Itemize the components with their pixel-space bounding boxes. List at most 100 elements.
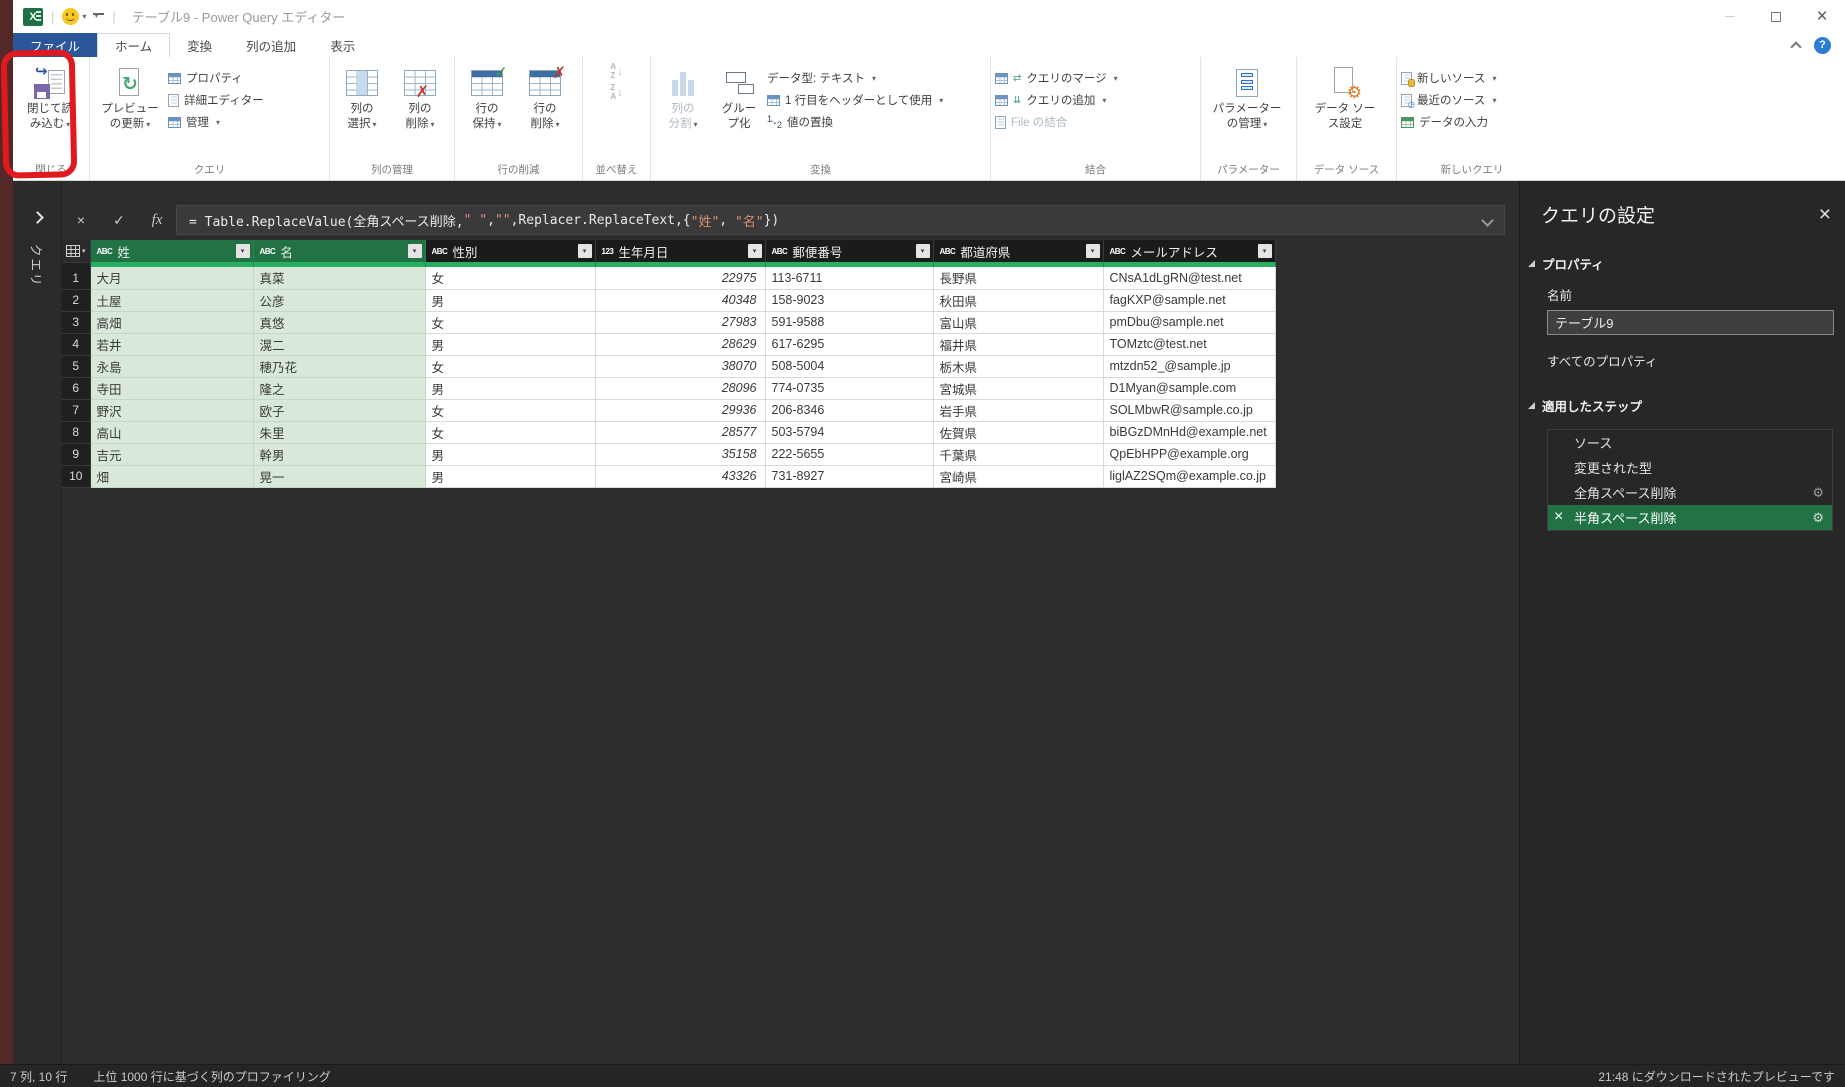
- collapse-ribbon-icon[interactable]: [1790, 41, 1801, 52]
- cell-sex[interactable]: 男: [425, 333, 595, 355]
- delete-step-icon[interactable]: [1554, 508, 1563, 526]
- tab-file[interactable]: ファイル: [13, 33, 97, 57]
- cell-birth[interactable]: 28577: [595, 421, 765, 443]
- cell-birth[interactable]: 27983: [595, 311, 765, 333]
- cell-zip[interactable]: 508-5004: [765, 355, 933, 377]
- row-number[interactable]: 9: [62, 443, 90, 465]
- combine-files-button[interactable]: File の結合: [995, 112, 1118, 132]
- cell-sei[interactable]: 高山: [90, 421, 253, 443]
- filter-icon[interactable]: [748, 244, 762, 258]
- cell-zip[interactable]: 503-5794: [765, 421, 933, 443]
- cell-mei[interactable]: 真悠: [253, 311, 425, 333]
- cell-sex[interactable]: 女: [425, 399, 595, 421]
- cell-email[interactable]: fagKXP@sample.net: [1103, 289, 1275, 311]
- cell-pref[interactable]: 佐賀県: [933, 421, 1103, 443]
- column-header-pref[interactable]: ABC都道府県: [933, 240, 1103, 262]
- cell-sex[interactable]: 女: [425, 421, 595, 443]
- cell-email[interactable]: mtzdn52_@sample.jp: [1103, 355, 1275, 377]
- data-type-button[interactable]: データ型: テキスト: [767, 68, 943, 88]
- column-header-email[interactable]: ABCメールアドレス: [1103, 240, 1275, 262]
- replace-values-button[interactable]: 12値の置換: [767, 112, 943, 132]
- cell-birth[interactable]: 22975: [595, 267, 765, 289]
- cell-zip[interactable]: 158-9023: [765, 289, 933, 311]
- cell-pref[interactable]: 福井県: [933, 333, 1103, 355]
- cell-email[interactable]: pmDbu@sample.net: [1103, 311, 1275, 333]
- expand-formula-bar-icon[interactable]: [1481, 214, 1494, 227]
- refresh-preview-button[interactable]: プレビューの更新: [94, 62, 166, 132]
- advanced-editor-button[interactable]: 詳細エディター: [168, 90, 264, 110]
- cell-zip[interactable]: 591-9588: [765, 311, 933, 333]
- close-and-load-button[interactable]: 閉じて読み込む: [17, 62, 83, 132]
- cell-pref[interactable]: 宮崎県: [933, 465, 1103, 487]
- cell-mei[interactable]: 朱里: [253, 421, 425, 443]
- applied-steps-section-header[interactable]: 適用したステップ: [1520, 396, 1845, 415]
- cell-pref[interactable]: 岩手県: [933, 399, 1103, 421]
- cell-mei[interactable]: 晃一: [253, 465, 425, 487]
- column-header-sex[interactable]: ABC性別: [425, 240, 595, 262]
- keep-rows-button[interactable]: 行の保持: [459, 62, 515, 132]
- tab-home[interactable]: ホーム: [97, 33, 170, 57]
- cell-birth[interactable]: 40348: [595, 289, 765, 311]
- cell-pref[interactable]: 千葉県: [933, 443, 1103, 465]
- column-header-sei[interactable]: ABC姓: [90, 240, 253, 262]
- cell-zip[interactable]: 206-8346: [765, 399, 933, 421]
- cell-sex[interactable]: 男: [425, 289, 595, 311]
- cell-sei[interactable]: 畑: [90, 465, 253, 487]
- minimize-button[interactable]: [1707, 0, 1753, 33]
- expand-queries-pane-icon[interactable]: [31, 211, 44, 224]
- cell-mei[interactable]: 穂乃花: [253, 355, 425, 377]
- cell-sei[interactable]: 土屋: [90, 289, 253, 311]
- step-halfwidth-space-removed[interactable]: 半角スペース削除: [1548, 505, 1832, 530]
- manage-button[interactable]: 管理: [168, 112, 264, 132]
- query-name-input[interactable]: [1547, 310, 1834, 335]
- data-source-settings-button[interactable]: データ ソース設定: [1301, 62, 1389, 132]
- filter-icon[interactable]: [408, 244, 422, 258]
- cell-sex[interactable]: 男: [425, 465, 595, 487]
- enter-data-button[interactable]: データの入力: [1401, 112, 1496, 132]
- manage-parameters-button[interactable]: パラメーターの管理: [1205, 62, 1289, 132]
- row-number[interactable]: 8: [62, 421, 90, 443]
- tab-add-column[interactable]: 列の追加: [229, 33, 313, 57]
- cell-mei[interactable]: 公彦: [253, 289, 425, 311]
- cell-email[interactable]: biBGzDMnHd@example.net: [1103, 421, 1275, 443]
- cell-sex[interactable]: 男: [425, 443, 595, 465]
- filter-icon[interactable]: [578, 244, 592, 258]
- maximize-button[interactable]: [1753, 0, 1799, 33]
- quick-access-toolbar-icon[interactable]: [93, 13, 104, 21]
- cell-mei[interactable]: 隆之: [253, 377, 425, 399]
- queries-pane-label[interactable]: クエリ: [28, 244, 47, 288]
- cell-birth[interactable]: 35158: [595, 443, 765, 465]
- row-number[interactable]: 7: [62, 399, 90, 421]
- cell-zip[interactable]: 113-6711: [765, 267, 933, 289]
- cell-pref[interactable]: 栃木県: [933, 355, 1103, 377]
- gear-icon[interactable]: [1812, 485, 1824, 501]
- step-source[interactable]: ソース: [1548, 430, 1832, 455]
- cell-sex[interactable]: 男: [425, 377, 595, 399]
- select-all-corner[interactable]: [62, 240, 90, 262]
- cell-sei[interactable]: 寺田: [90, 377, 253, 399]
- group-by-button[interactable]: グループ化: [713, 62, 765, 132]
- choose-columns-button[interactable]: 列の選択: [334, 62, 390, 132]
- filter-icon[interactable]: [1258, 244, 1272, 258]
- cell-pref[interactable]: 宮城県: [933, 377, 1103, 399]
- filter-icon[interactable]: [1086, 244, 1100, 258]
- cell-sex[interactable]: 女: [425, 355, 595, 377]
- sort-descending-button[interactable]: ZA: [604, 83, 628, 102]
- smiley-dropdown-icon[interactable]: [82, 12, 86, 21]
- step-fullwidth-space-removed[interactable]: 全角スペース削除: [1548, 480, 1832, 505]
- cell-sei[interactable]: 野沢: [90, 399, 253, 421]
- cell-sei[interactable]: 吉元: [90, 443, 253, 465]
- cell-zip[interactable]: 774-0735: [765, 377, 933, 399]
- column-header-birth[interactable]: 123生年月日: [595, 240, 765, 262]
- cell-birth[interactable]: 28096: [595, 377, 765, 399]
- cell-pref[interactable]: 長野県: [933, 267, 1103, 289]
- cell-email[interactable]: liglAZ2SQm@example.co.jp: [1103, 465, 1275, 487]
- cell-mei[interactable]: 滉二: [253, 333, 425, 355]
- cell-sei[interactable]: 高畑: [90, 311, 253, 333]
- close-button[interactable]: [1799, 0, 1845, 33]
- cell-email[interactable]: D1Myan@sample.com: [1103, 377, 1275, 399]
- cell-sei[interactable]: 永島: [90, 355, 253, 377]
- merge-queries-button[interactable]: ⇄クエリのマージ: [995, 68, 1118, 88]
- properties-section-header[interactable]: プロパティ: [1520, 254, 1845, 273]
- formula-input[interactable]: = Table.ReplaceValue(全角スペース削除," ","",Rep…: [176, 205, 1505, 235]
